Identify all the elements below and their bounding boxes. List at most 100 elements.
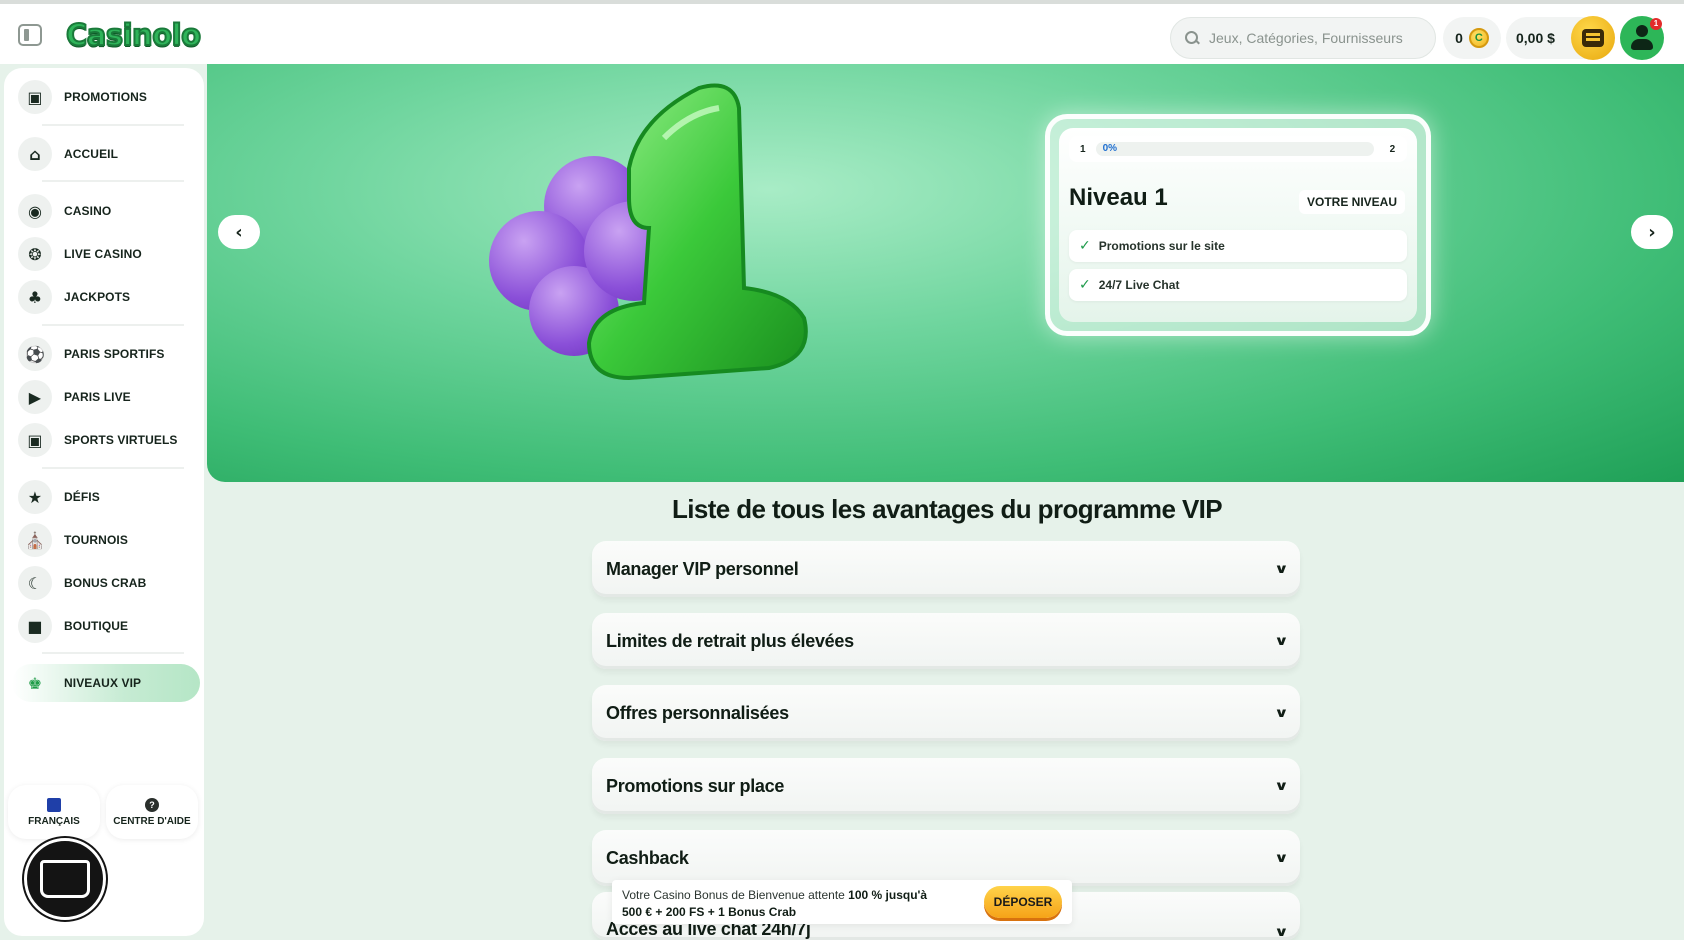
benefit-accordion[interactable]: Manager VIP personnel ∨ <box>592 541 1300 597</box>
sidebar-item-label: LIVE CASINO <box>64 247 142 261</box>
vip-benefits-title: Liste de tous les avantages du programme… <box>671 494 1223 524</box>
eu-flag-icon <box>47 797 61 812</box>
sidebar-item-label: BOUTIQUE <box>64 619 129 633</box>
carousel-next-button[interactable]: › <box>1631 215 1673 249</box>
trophy-icon: ⛪ <box>18 523 52 557</box>
level-card: 1 0% 2 Niveau 1 VOTRE NIVEAU ✓ Promotion… <box>1045 114 1431 336</box>
deposit-button[interactable]: DÉPOSER <box>984 886 1062 918</box>
roulette-icon: ❂ <box>18 237 52 271</box>
benefit-accordion[interactable]: Offres personnalisées ∨ <box>592 685 1300 741</box>
perk-item: ✓ Promotions sur le site <box>1069 230 1407 262</box>
sidebar-toggle-icon[interactable] <box>18 24 42 46</box>
chevron-down-icon: ∨ <box>1273 633 1289 649</box>
number-one-illustration <box>586 83 808 381</box>
chevron-down-icon: ∨ <box>1273 778 1289 794</box>
sidebar-item-label: BONUS CRAB <box>64 576 147 590</box>
sidebar-item-promotions[interactable]: ▣ PROMOTIONS <box>18 78 198 116</box>
help-label: CENTRE D'AIDE <box>113 815 191 827</box>
benefit-label: Cashback <box>606 847 689 868</box>
book-of-bonus-badge[interactable] <box>24 838 106 920</box>
sidebar-item-sports-virtuels[interactable]: ▣ SPORTS VIRTUELS <box>18 421 198 459</box>
perk-label: Promotions sur le site <box>1098 239 1225 253</box>
language-button[interactable]: FRANÇAIS <box>8 785 100 839</box>
sidebar-item-label: PARIS SPORTIFS <box>64 347 165 361</box>
chevron-down-icon: ∨ <box>1273 705 1289 721</box>
gift-icon: ▣ <box>18 80 52 114</box>
casinolo-logo[interactable]: Casinolo <box>65 17 202 53</box>
benefit-label: Manager VIP personnel <box>606 558 799 579</box>
progress-start-level: 1 <box>1080 143 1086 155</box>
sidebar-item-accueil[interactable]: ⌂ ACCUEIL <box>18 135 198 173</box>
language-label: FRANÇAIS <box>28 815 80 827</box>
sidebar: ▣ PROMOTIONS ⌂ ACCUEIL ◉ CASINO ❂ LIVE C… <box>4 68 204 936</box>
bonus-offer: 500 € + 200 FS + 1 Bonus Crab <box>622 905 797 919</box>
help-center-button[interactable]: ? CENTRE D'AIDE <box>106 785 198 839</box>
casino-chip-icon: ◉ <box>18 194 52 228</box>
sidebar-item-paris-sportifs[interactable]: ⚽ PARIS SPORTIFS <box>18 335 198 373</box>
football-icon: ⚽ <box>18 337 52 371</box>
crown-icon: ♚ <box>27 673 43 693</box>
benefit-accordion[interactable]: Cashback ∨ <box>592 830 1300 886</box>
sidebar-item-label: CASINO <box>64 204 112 218</box>
home-icon: ⌂ <box>18 137 52 171</box>
top-header: Casinolo 0 C 0,00 $ 1 <box>0 0 1684 64</box>
search-icon <box>1185 31 1199 45</box>
divider <box>42 124 184 126</box>
sidebar-item-label: PROMOTIONS <box>64 90 148 104</box>
sidebar-item-defis[interactable]: ★ DÉFIS <box>18 478 198 516</box>
search-box[interactable] <box>1170 17 1436 59</box>
progress-end-level: 2 <box>1389 143 1396 155</box>
perk-item: ✓ 24/7 Live Chat <box>1069 269 1407 301</box>
divider <box>42 180 184 182</box>
sidebar-item-jackpots[interactable]: ♣ JACKPOTS <box>18 278 198 316</box>
sidebar-item-label: JACKPOTS <box>64 290 131 304</box>
virtual-sports-icon: ▣ <box>18 423 52 457</box>
level-title: Niveau 1 <box>1069 184 1168 211</box>
chevron-down-icon: ∨ <box>1273 561 1289 577</box>
benefit-label: Limites de retrait plus élevées <box>606 630 854 651</box>
wallet-button[interactable] <box>1571 16 1615 60</box>
level-progress: 1 0% 2 <box>1069 136 1407 162</box>
sidebar-item-tournois[interactable]: ⛪ TOURNOIS <box>18 521 198 559</box>
help-icon: ? <box>145 797 159 812</box>
sidebar-item-casino[interactable]: ◉ CASINO <box>18 192 198 230</box>
sidebar-item-label: DÉFIS <box>64 490 100 504</box>
bonus-highlight: 100 % jusqu'à <box>848 888 928 902</box>
benefit-label: Offres personnalisées <box>606 702 789 723</box>
benefit-label: Promotions sur place <box>606 775 785 796</box>
search-input[interactable] <box>1209 30 1419 46</box>
divider <box>42 652 184 654</box>
progress-bar: 0% <box>1095 142 1374 156</box>
bonus-text: Votre Casino Bonus de Bienvenue attente <box>622 888 849 902</box>
perk-label: 24/7 Live Chat <box>1098 278 1180 292</box>
sidebar-item-label: ACCUEIL <box>64 147 119 161</box>
club-icon: ♣ <box>18 280 52 314</box>
chevron-down-icon: ∨ <box>1273 850 1289 866</box>
vip-level-hero: ‹ › 1 0% 2 Niveau 1 VOTRE NIVEAU ✓ Promo… <box>207 64 1684 482</box>
benefit-accordion[interactable]: Promotions sur place ∨ <box>592 758 1300 814</box>
chevron-down-icon: ∨ <box>1273 925 1289 940</box>
divider <box>42 324 184 326</box>
sidebar-item-label: SPORTS VIRTUELS <box>64 433 178 447</box>
sidebar-item-live-casino[interactable]: ❂ LIVE CASINO <box>18 235 198 273</box>
coins-balance[interactable]: 0 C <box>1443 17 1501 59</box>
play-screen-icon: ▶ <box>18 380 52 414</box>
check-icon: ✓ <box>1079 238 1091 254</box>
star-trophy-icon: ★ <box>18 480 52 514</box>
divider <box>42 467 184 469</box>
check-icon: ✓ <box>1079 277 1091 293</box>
wallet-icon <box>1582 29 1604 47</box>
coins-count: 0 <box>1455 30 1463 46</box>
sidebar-item-niveaux-vip[interactable]: ♚ NIVEAUX VIP <box>12 664 200 702</box>
balance-amount: 0,00 $ <box>1516 30 1555 46</box>
sidebar-item-boutique[interactable]: ■ BOUTIQUE <box>18 607 198 645</box>
carousel-prev-button[interactable]: ‹ <box>218 215 260 249</box>
benefit-accordion[interactable]: Limites de retrait plus élevées ∨ <box>592 613 1300 669</box>
coin-icon: C <box>1468 28 1489 48</box>
sidebar-item-bonus-crab[interactable]: ☾ BONUS CRAB <box>18 564 198 602</box>
sidebar-item-paris-live[interactable]: ▶ PARIS LIVE <box>18 378 198 416</box>
sidebar-item-label: TOURNOIS <box>64 533 128 547</box>
shopping-bag-icon: ■ <box>18 609 52 643</box>
crab-claw-icon: ☾ <box>18 566 52 600</box>
sidebar-item-label: PARIS LIVE <box>64 390 131 404</box>
